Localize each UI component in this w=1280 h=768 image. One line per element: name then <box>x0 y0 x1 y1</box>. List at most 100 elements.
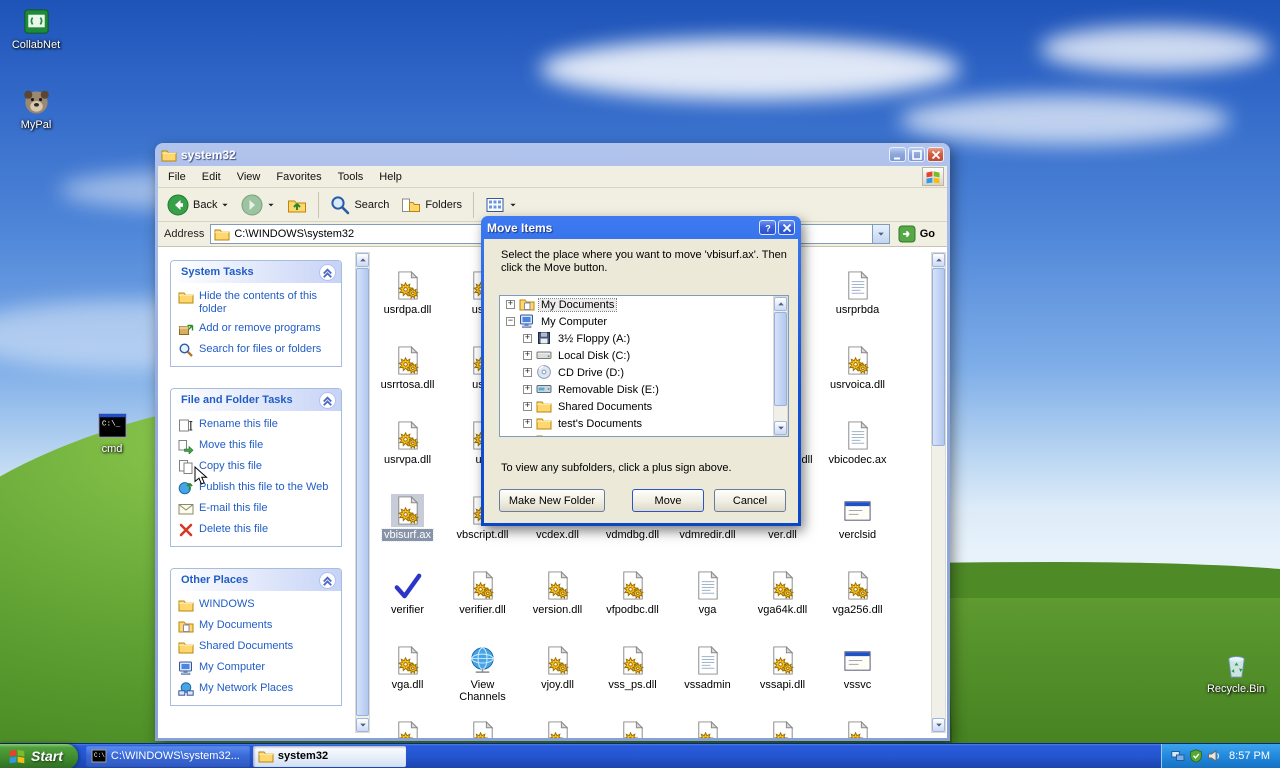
task-add-or-remove-programs[interactable]: Add or remove programs <box>178 322 337 337</box>
up-button[interactable] <box>282 193 312 217</box>
panel-header-other-places[interactable]: Other Places <box>171 569 341 591</box>
desktop-icon-mypal[interactable]: MyPal <box>2 86 70 131</box>
file-hidden[interactable] <box>670 719 745 738</box>
taskpane-scrollbar[interactable] <box>355 252 370 733</box>
file-vssvc[interactable]: vssvc <box>820 644 895 719</box>
file-hidden[interactable] <box>745 719 820 738</box>
task-my-network-places[interactable]: My Network Places <box>178 682 337 697</box>
file-verclsid[interactable]: verclsid <box>820 494 895 569</box>
tree-item-cd-drive-d[interactable]: + CD Drive (D:) <box>500 364 788 381</box>
tree-item-3-floppy-a[interactable]: +3½ Floppy (A:) <box>500 330 788 347</box>
menu-file[interactable]: File <box>160 168 194 186</box>
tree-item-test-s-documents[interactable]: + test's Documents <box>500 415 788 432</box>
file-hidden[interactable] <box>820 719 895 738</box>
scroll-down-button[interactable] <box>774 421 787 435</box>
file-vbisurf-ax[interactable]: vbisurf.ax <box>370 494 445 569</box>
expand-toggle[interactable]: + <box>525 436 530 437</box>
network-icon[interactable] <box>1171 749 1185 763</box>
tree-item-shared-documents[interactable]: + Shared Documents <box>500 398 788 415</box>
back-button[interactable]: Back <box>162 192 234 218</box>
forward-dropdown-icon[interactable] <box>267 201 275 209</box>
explorer-titlebar[interactable]: system32 <box>158 143 947 166</box>
file-hidden[interactable] <box>445 719 520 738</box>
expand-toggle[interactable]: + <box>523 334 532 343</box>
scroll-thumb[interactable] <box>774 312 787 406</box>
file-hidden[interactable] <box>595 719 670 738</box>
expand-toggle[interactable]: + <box>506 300 515 309</box>
expand-toggle[interactable]: + <box>523 368 532 377</box>
tree-item-removable-disk-e[interactable]: + Removable Disk (E:) <box>500 381 788 398</box>
tree-item-blank[interactable]: + <box>500 432 788 437</box>
minimize-button[interactable] <box>889 147 906 162</box>
menu-help[interactable]: Help <box>371 168 410 186</box>
file-vssadmin[interactable]: vssadmin <box>670 644 745 719</box>
file-hidden[interactable] <box>520 719 595 738</box>
file-usrdpa-dll[interactable]: usrdpa.dll <box>370 269 445 344</box>
search-button[interactable]: Search <box>325 193 394 217</box>
volume-icon[interactable] <box>1207 749 1221 763</box>
start-button[interactable]: Start <box>0 743 78 768</box>
scroll-up-button[interactable] <box>356 253 369 267</box>
forward-button[interactable] <box>236 192 280 218</box>
tree-scrollbar[interactable] <box>773 296 788 436</box>
move-button[interactable]: Move <box>632 489 704 512</box>
scroll-down-button[interactable] <box>356 718 369 732</box>
file-verifier[interactable]: verifier <box>370 569 445 644</box>
dialog-close-button[interactable] <box>778 220 795 235</box>
menu-edit[interactable]: Edit <box>194 168 229 186</box>
maximize-button[interactable] <box>908 147 925 162</box>
tree-item-my-computer[interactable]: − My Computer <box>500 313 788 330</box>
file-vga[interactable]: vga <box>670 569 745 644</box>
back-dropdown-icon[interactable] <box>221 201 229 209</box>
go-button[interactable]: Go <box>896 225 941 243</box>
taskbar-button-system32[interactable]: system32 <box>252 745 406 767</box>
task-move-this-file[interactable]: Move this file <box>178 439 337 454</box>
panel-header-system-tasks[interactable]: System Tasks <box>171 261 341 283</box>
task-search-for-files-or-folders[interactable]: Search for files or folders <box>178 343 337 358</box>
expand-toggle[interactable]: + <box>523 419 532 428</box>
file-vbicodec-ax[interactable]: vbicodec.ax <box>820 419 895 494</box>
task-my-computer[interactable]: My Computer <box>178 661 337 676</box>
scroll-thumb[interactable] <box>932 268 945 446</box>
file-usrvpa-dll[interactable]: usrvpa.dll <box>370 419 445 494</box>
tree-item-my-documents[interactable]: + My Documents <box>500 296 788 313</box>
scroll-up-button[interactable] <box>774 297 787 311</box>
file-vga64k-dll[interactable]: vga64k.dll <box>745 569 820 644</box>
panel-header-file-and-folder-tasks[interactable]: File and Folder Tasks <box>171 389 341 411</box>
views-button[interactable] <box>480 193 522 217</box>
folders-button[interactable]: Folders <box>396 193 467 217</box>
views-dropdown-icon[interactable] <box>509 201 517 209</box>
task-hide-the-contents-of-this-folder[interactable]: Hide the contents of this folder <box>178 290 337 316</box>
shield-icon[interactable] <box>1189 749 1203 763</box>
expand-toggle[interactable]: + <box>523 402 532 411</box>
file-vfpodbc-dll[interactable]: vfpodbc.dll <box>595 569 670 644</box>
task-shared-documents[interactable]: Shared Documents <box>178 640 337 655</box>
file-hidden[interactable] <box>370 719 445 738</box>
tree-item-local-disk-c[interactable]: + Local Disk (C:) <box>500 347 788 364</box>
menu-favorites[interactable]: Favorites <box>268 168 329 186</box>
task-windows[interactable]: WINDOWS <box>178 598 337 613</box>
file-vss-ps-dll[interactable]: vss_ps.dll <box>595 644 670 719</box>
task-e-mail-this-file[interactable]: E-mail this file <box>178 502 337 517</box>
make-new-folder-button[interactable]: Make New Folder <box>499 489 605 512</box>
collapse-chevron-icon[interactable] <box>319 391 336 409</box>
file-vga-dll[interactable]: vga.dll <box>370 644 445 719</box>
collapse-chevron-icon[interactable] <box>319 263 336 281</box>
file-version-dll[interactable]: version.dll <box>520 569 595 644</box>
desktop-icon-cmd[interactable]: C:\_ cmd <box>78 410 146 455</box>
menu-view[interactable]: View <box>229 168 269 186</box>
scroll-up-button[interactable] <box>932 253 945 267</box>
task-my-documents[interactable]: My Documents <box>178 619 337 634</box>
close-button[interactable] <box>927 147 944 162</box>
expand-toggle[interactable]: − <box>506 317 515 326</box>
dialog-titlebar[interactable]: Move Items ? <box>484 216 798 239</box>
address-dropdown-button[interactable] <box>871 225 889 243</box>
file-verifier-dll[interactable]: verifier.dll <box>445 569 520 644</box>
help-button[interactable]: ? <box>759 220 776 235</box>
task-rename-this-file[interactable]: Rename this file <box>178 418 337 433</box>
menu-tools[interactable]: Tools <box>330 168 372 186</box>
file-usrvoica-dll[interactable]: usrvoica.dll <box>820 344 895 419</box>
task-delete-this-file[interactable]: Delete this file <box>178 523 337 538</box>
filelist-scrollbar[interactable] <box>931 252 946 733</box>
scroll-down-button[interactable] <box>932 718 945 732</box>
